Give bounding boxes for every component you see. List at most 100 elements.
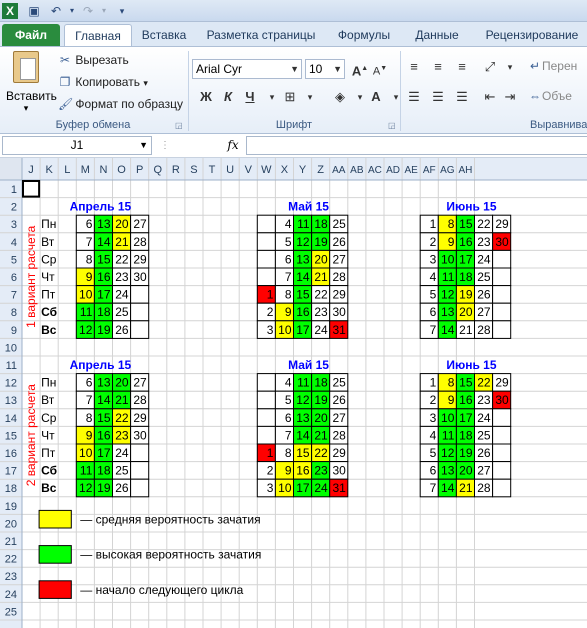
fill-color-icon[interactable]: ◈ — [330, 87, 350, 107]
column-header[interactable]: AA — [332, 165, 346, 176]
calendar-day-cell[interactable] — [492, 285, 512, 304]
calendar-day-cell[interactable] — [492, 320, 512, 339]
copy-button[interactable]: ❐ Копировать ▾ — [58, 73, 148, 91]
borders-dropdown-icon[interactable]: ▾ — [300, 87, 320, 107]
row-header[interactable]: 20 — [5, 518, 17, 530]
tab-review[interactable]: Рецензирование — [476, 24, 587, 46]
tab-file[interactable]: Файл — [2, 24, 60, 46]
formula-input[interactable] — [246, 136, 587, 155]
calendar-day-cell[interactable] — [492, 425, 512, 445]
column-header[interactable]: O — [117, 164, 126, 176]
increase-indent-icon[interactable]: ⇥ — [500, 87, 520, 107]
calendar-day-cell[interactable] — [130, 302, 150, 322]
row-header[interactable]: 19 — [5, 501, 17, 513]
calendar-day-cell[interactable] — [492, 443, 512, 463]
cell-grid[interactable]: J K L M N O P Q R S T U V W X Y Z AA AB AC AD AE AF AG AH1234567… — [0, 158, 587, 628]
underline-button[interactable]: Ч — [240, 87, 260, 107]
tab-formulas[interactable]: Формулы — [330, 24, 398, 46]
font-color-dropdown-icon[interactable]: ▾ — [386, 87, 406, 107]
dialog-launcher-icon[interactable]: ◲ — [175, 121, 183, 130]
row-header[interactable]: 1 — [11, 184, 17, 196]
column-header[interactable]: P — [136, 164, 143, 176]
align-left-icon[interactable]: ☰ — [404, 87, 424, 107]
column-header[interactable]: AE — [404, 165, 418, 176]
row-header[interactable]: 15 — [5, 430, 17, 442]
column-header[interactable]: Z — [317, 164, 324, 176]
calendar-day-cell[interactable] — [492, 478, 512, 498]
paste-button[interactable]: Вставить ▾ — [6, 51, 57, 113]
column-header[interactable]: L — [64, 164, 70, 176]
name-box[interactable]: J1 ▼ — [2, 136, 152, 155]
column-header[interactable]: R — [172, 164, 180, 176]
calendar-day-cell[interactable] — [256, 249, 276, 269]
row-header[interactable]: 16 — [5, 448, 17, 460]
align-center-icon[interactable]: ☰ — [428, 87, 448, 107]
row-header[interactable]: 3 — [11, 219, 17, 231]
row-header[interactable]: 12 — [5, 378, 17, 390]
align-bottom-icon[interactable]: ≡ — [452, 57, 472, 77]
calendar-day-cell[interactable] — [256, 425, 276, 445]
calendar-day-cell[interactable] — [492, 267, 512, 287]
redo-icon[interactable]: ↷ — [80, 3, 96, 19]
select-all-button[interactable] — [0, 158, 22, 180]
row-header[interactable]: 4 — [11, 237, 17, 249]
column-header[interactable]: AD — [386, 165, 400, 176]
column-header[interactable]: AB — [350, 165, 364, 176]
column-header[interactable]: K — [45, 164, 53, 176]
format-painter-button[interactable]: 🖌 Формат по образцу — [58, 95, 183, 113]
column-header[interactable]: S — [190, 164, 197, 176]
font-size-combo[interactable]: 10 ▼ — [305, 59, 345, 79]
column-header[interactable]: Y — [299, 164, 307, 176]
dialog-launcher-icon[interactable]: ◲ — [388, 121, 396, 130]
row-header[interactable]: 24 — [5, 589, 17, 601]
row-header[interactable]: 14 — [5, 413, 17, 425]
column-header[interactable]: Q — [153, 164, 162, 176]
calendar-day-cell[interactable] — [492, 461, 512, 480]
tab-data[interactable]: Данные — [404, 24, 470, 46]
merge-button[interactable]: ⇔Объе — [528, 87, 572, 105]
calendar-day-cell[interactable] — [130, 443, 150, 463]
column-header[interactable]: W — [261, 164, 272, 176]
bold-button[interactable]: Ж — [196, 87, 216, 107]
calendar-day-cell[interactable] — [492, 249, 512, 269]
calendar-day-cell[interactable] — [130, 478, 150, 498]
grow-font-icon[interactable]: A▲ — [350, 59, 370, 79]
row-header[interactable]: 9 — [11, 325, 17, 337]
column-header[interactable]: U — [226, 164, 234, 176]
row-header[interactable]: 25 — [5, 606, 17, 618]
column-header[interactable]: X — [281, 164, 289, 176]
excel-icon[interactable]: X — [2, 3, 18, 19]
calendar-day-cell[interactable] — [130, 285, 150, 304]
decrease-indent-icon[interactable]: ⇤ — [480, 87, 500, 107]
calendar-day-cell[interactable] — [256, 390, 276, 410]
italic-button[interactable]: К — [218, 87, 238, 107]
row-header[interactable]: 2 — [11, 202, 17, 214]
calendar-day-cell[interactable] — [256, 232, 276, 251]
row-header[interactable]: 22 — [5, 554, 17, 566]
insert-function-button[interactable]: fx — [222, 136, 244, 155]
calendar-day-cell[interactable] — [130, 461, 150, 480]
align-middle-icon[interactable]: ≡ — [428, 57, 448, 77]
calendar-day-cell[interactable] — [256, 373, 276, 392]
orientation-dropdown-icon[interactable]: ▾ — [500, 57, 520, 77]
column-header[interactable]: M — [81, 164, 90, 176]
undo-icon[interactable]: ↶ — [48, 3, 64, 19]
cut-button[interactable]: ✂ Вырезать — [58, 51, 129, 69]
row-header[interactable]: 8 — [11, 307, 17, 319]
font-name-combo[interactable]: Arial Cyr ▼ — [192, 59, 302, 79]
save-icon[interactable]: ▣ — [26, 3, 42, 19]
row-header[interactable]: 17 — [5, 466, 17, 478]
column-header[interactable]: J — [28, 164, 34, 176]
column-header[interactable]: AH — [458, 165, 472, 176]
underline-dropdown-icon[interactable]: ▾ — [262, 87, 282, 107]
worksheet[interactable]: J K L M N O P Q R S T U V W X Y Z AA AB AC AD AE AF AG AH 1 2 3 4 5 6 7… — [0, 158, 587, 628]
calendar-day-cell[interactable] — [492, 302, 512, 322]
column-header[interactable]: T — [209, 164, 216, 176]
calendar-day-cell[interactable] — [256, 408, 276, 427]
customize-icon[interactable]: ▾ — [114, 3, 130, 19]
calendar-day-cell[interactable] — [130, 320, 150, 339]
font-color-icon[interactable]: A — [366, 87, 386, 107]
row-header[interactable]: 18 — [5, 483, 17, 495]
orientation-icon[interactable]: ⤢ — [480, 57, 500, 77]
row-header[interactable]: 6 — [11, 272, 17, 284]
